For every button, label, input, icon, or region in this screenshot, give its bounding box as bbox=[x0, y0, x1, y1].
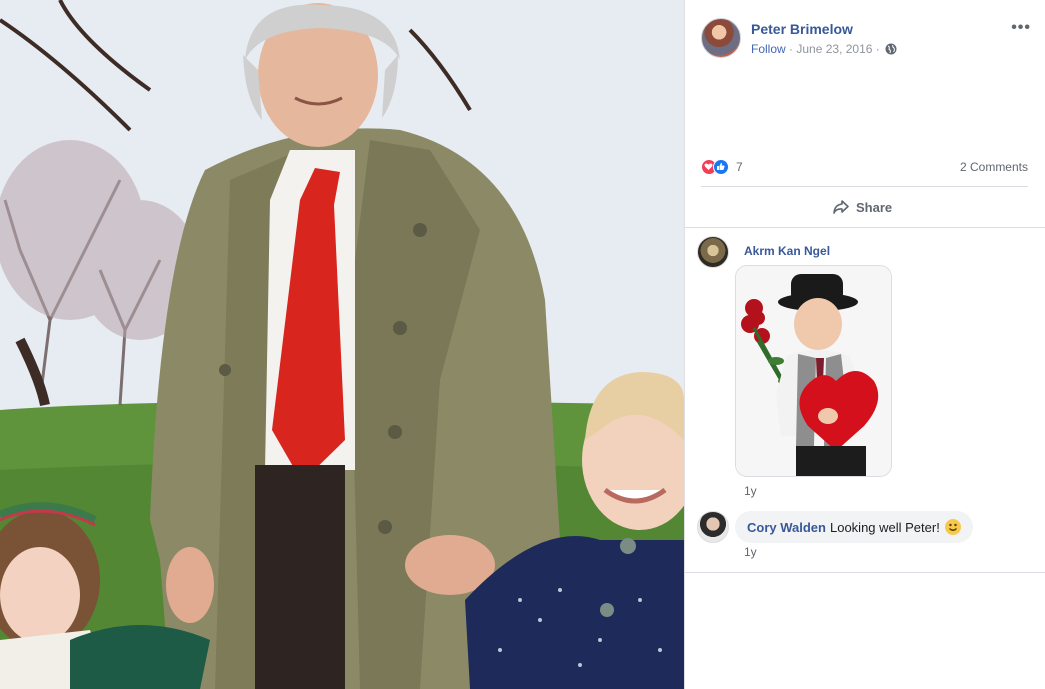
meta-separator: · bbox=[789, 42, 794, 56]
comment-text: Looking well Peter! bbox=[829, 519, 940, 535]
boy-with-roses-illustration bbox=[736, 266, 891, 476]
follow-link[interactable]: Follow bbox=[751, 42, 786, 56]
reactions-bar[interactable]: 7 2 Comments bbox=[701, 158, 1028, 180]
reaction-count[interactable]: 7 bbox=[736, 160, 743, 174]
more-options-icon[interactable]: ••• bbox=[1011, 20, 1031, 36]
author-name[interactable]: Peter Brimelow bbox=[751, 21, 853, 37]
post-photo[interactable] bbox=[0, 0, 684, 689]
commenter-avatar[interactable] bbox=[697, 511, 729, 543]
meta-separator-2: · bbox=[875, 42, 880, 56]
author-avatar[interactable] bbox=[701, 18, 741, 58]
comments-count-link[interactable]: 2 Comments bbox=[960, 160, 1028, 174]
comment-timestamp[interactable]: 1y bbox=[744, 484, 757, 498]
post-meta: Follow · June 23, 2016 · bbox=[751, 42, 897, 56]
commenter-name[interactable]: Akrm Kan Ngel bbox=[744, 244, 830, 258]
share-button[interactable]: Share bbox=[832, 196, 892, 218]
divider bbox=[685, 227, 1045, 228]
divider bbox=[685, 572, 1045, 573]
share-label: Share bbox=[856, 199, 893, 215]
smiley-emoji-icon bbox=[944, 519, 961, 535]
commenter-avatar[interactable] bbox=[697, 236, 729, 268]
post-header: Peter Brimelow Follow · June 23, 2016 · … bbox=[701, 18, 1031, 62]
post-side-panel: Peter Brimelow Follow · June 23, 2016 · … bbox=[684, 0, 1045, 689]
commenter-name[interactable]: Cory Walden bbox=[747, 520, 826, 535]
comment-bubble: Cory Walden Looking well Peter! bbox=[735, 511, 973, 543]
comment-timestamp[interactable]: 1y bbox=[744, 545, 757, 559]
comment-sticker-image[interactable] bbox=[735, 265, 892, 477]
like-icon bbox=[713, 159, 729, 175]
globe-icon[interactable] bbox=[885, 43, 897, 55]
photo-illustration bbox=[0, 0, 684, 689]
post-date[interactable]: June 23, 2016 bbox=[796, 42, 872, 56]
share-arrow-icon bbox=[833, 200, 849, 214]
divider bbox=[701, 186, 1028, 187]
